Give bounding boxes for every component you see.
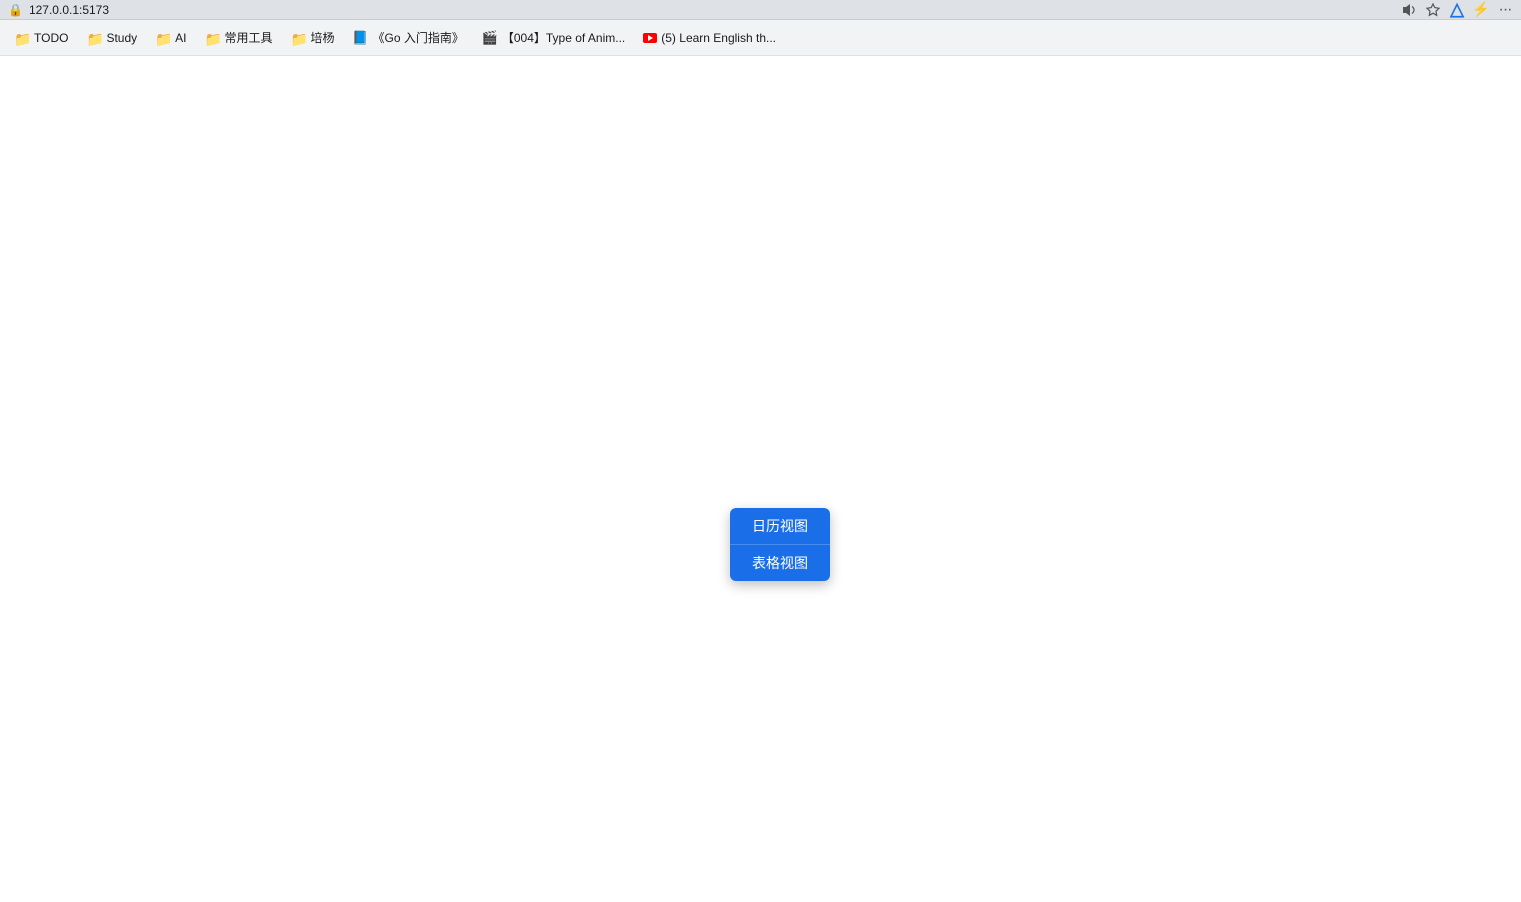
bookmarks-bar: TODO Study AI 常用工具 培杨 📘 《Go 入门指南》 🎬 【004… [0,20,1521,56]
folder-icon-todo [14,31,30,45]
bookmark-go-guide[interactable]: 📘 《Go 入门指南》 [345,25,472,50]
bookmark-study[interactable]: Study [78,27,145,49]
folder-icon-yangchang [291,31,307,45]
context-popup-menu: 日历视图 表格视图 [730,508,830,581]
bookmark-learn-english[interactable]: (5) Learn English th... [635,27,784,49]
context-menu-calendar-view[interactable]: 日历视图 [730,508,830,545]
folder-icon-changyong [204,31,220,45]
profile-icon[interactable]: △ [1449,2,1465,18]
address-bar[interactable]: 🔒 127.0.0.1:5173 [8,3,109,17]
bookmark-yangchang[interactable]: 培杨 [283,25,343,50]
bookmark-go-guide-label: 《Go 入门指南》 [373,29,464,46]
type-anim-favicon: 🎬 [482,30,498,46]
favorites-icon[interactable] [1425,2,1441,18]
youtube-favicon [643,33,657,43]
main-content: 日历视图 表格视图 [0,56,1521,902]
read-aloud-icon[interactable] [1401,2,1417,18]
bookmark-changyong-label: 常用工具 [224,29,272,46]
bookmark-learn-english-label: (5) Learn English th... [661,31,776,45]
bookmark-changyong[interactable]: 常用工具 [196,25,280,50]
extensions-icon[interactable]: ⚡ [1473,2,1489,18]
bookmark-type-anim-label: 【004】Type of Anim... [502,29,625,46]
bookmark-ai-label: AI [175,31,186,45]
bookmark-yangchang-label: 培杨 [311,29,335,46]
bookmark-type-anim[interactable]: 🎬 【004】Type of Anim... [474,25,633,50]
bookmark-todo-label: TODO [34,31,68,45]
browser-top-right-icons: △ ⚡ ··· [1401,2,1513,18]
browser-top-bar: 🔒 127.0.0.1:5173 △ ⚡ ··· [0,0,1521,20]
folder-icon-study [86,31,102,45]
more-options-icon[interactable]: ··· [1497,2,1513,18]
bookmark-study-label: Study [106,31,137,45]
bookmark-todo[interactable]: TODO [6,27,76,49]
url-text: 127.0.0.1:5173 [29,3,109,17]
go-guide-favicon: 📘 [353,30,369,46]
address-bar-icon: 🔒 [8,3,23,17]
bookmark-ai[interactable]: AI [147,27,194,49]
context-menu-table-view[interactable]: 表格视图 [730,545,830,581]
folder-icon-ai [155,31,171,45]
